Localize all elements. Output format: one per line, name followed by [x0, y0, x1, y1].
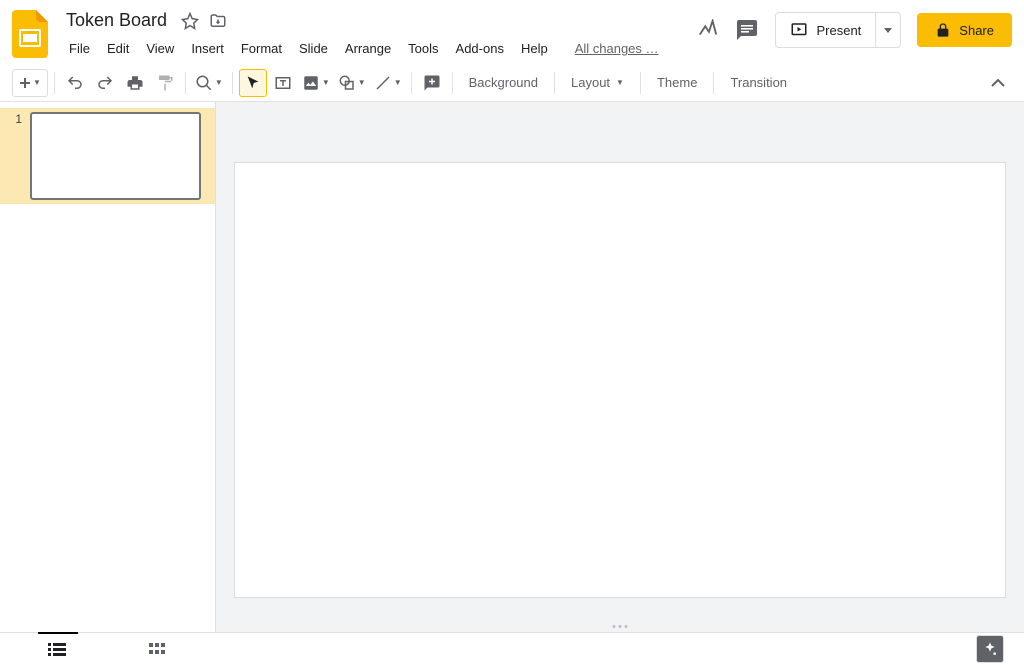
menu-addons[interactable]: Add-ons	[449, 37, 511, 60]
print-icon	[126, 74, 144, 92]
separator	[640, 72, 641, 94]
present-dropdown[interactable]	[875, 13, 900, 47]
slide-thumbnail-1[interactable]: 1	[0, 108, 215, 204]
add-comment-icon	[423, 74, 441, 92]
star-icon[interactable]	[181, 12, 199, 30]
shape-tool[interactable]: ▼	[335, 69, 369, 97]
zoom-icon	[195, 74, 213, 92]
filmstrip-view-icon	[48, 642, 66, 656]
menu-insert[interactable]: Insert	[184, 37, 231, 60]
header: Token Board File Edit View Insert Format…	[0, 0, 1024, 64]
theme-button[interactable]: Theme	[647, 69, 707, 97]
background-button[interactable]: Background	[459, 69, 548, 97]
separator	[54, 72, 55, 94]
share-button[interactable]: Share	[917, 13, 1012, 47]
grid-view-button[interactable]	[142, 635, 172, 663]
present-icon	[790, 21, 808, 39]
activity-icon[interactable]	[697, 19, 719, 41]
separator	[554, 72, 555, 94]
lock-icon	[935, 22, 951, 38]
menu-slide[interactable]: Slide	[292, 37, 335, 60]
zoom-button[interactable]: ▼	[192, 69, 226, 97]
chevron-down-icon: ▼	[215, 78, 223, 87]
slide-canvas[interactable]	[234, 162, 1006, 598]
slide-number: 1	[0, 112, 30, 200]
line-icon	[374, 74, 392, 92]
comment-tool[interactable]	[418, 69, 446, 97]
separator	[713, 72, 714, 94]
separator	[185, 72, 186, 94]
document-title[interactable]: Token Board	[62, 8, 171, 33]
menu-help[interactable]: Help	[514, 37, 555, 60]
chevron-up-icon	[991, 79, 1005, 87]
thumbnail-preview	[30, 112, 201, 200]
undo-icon	[66, 74, 84, 92]
undo-button[interactable]	[61, 69, 89, 97]
grid-view-icon	[149, 643, 165, 655]
chevron-down-icon: ▼	[358, 78, 366, 87]
chevron-down-icon: ▼	[33, 78, 41, 87]
menu-view[interactable]: View	[139, 37, 181, 60]
textbox-icon	[274, 74, 292, 92]
print-button[interactable]	[121, 69, 149, 97]
image-icon	[302, 74, 320, 92]
collapse-menus-button[interactable]	[984, 69, 1012, 97]
redo-icon	[96, 74, 114, 92]
textbox-tool[interactable]	[269, 69, 297, 97]
chevron-down-icon	[884, 28, 892, 33]
changes-saved-link[interactable]: All changes …	[568, 37, 666, 60]
separator	[452, 72, 453, 94]
move-icon[interactable]	[209, 12, 227, 30]
chevron-down-icon: ▼	[616, 78, 624, 87]
paint-roller-icon	[156, 74, 174, 92]
layout-button[interactable]: Layout▼	[561, 69, 634, 97]
present-button-group: Present	[775, 12, 901, 48]
title-area: Token Board File Edit View Insert Format…	[62, 8, 666, 60]
notes-drag-handle[interactable]	[613, 625, 628, 628]
plus-icon	[19, 77, 31, 89]
comments-icon[interactable]	[735, 18, 759, 42]
line-tool[interactable]: ▼	[371, 69, 405, 97]
image-tool[interactable]: ▼	[299, 69, 333, 97]
redo-button[interactable]	[91, 69, 119, 97]
present-button[interactable]: Present	[776, 13, 875, 47]
slides-logo[interactable]	[12, 10, 52, 50]
header-right: Present Share	[697, 12, 1012, 48]
filmstrip[interactable]: 1	[0, 102, 216, 632]
select-tool[interactable]	[239, 69, 267, 97]
menu-file[interactable]: File	[62, 37, 97, 60]
footer	[0, 632, 1024, 665]
chevron-down-icon: ▼	[394, 78, 402, 87]
menu-edit[interactable]: Edit	[100, 37, 136, 60]
transition-button[interactable]: Transition	[720, 69, 797, 97]
share-label: Share	[959, 23, 994, 38]
toolbar: ▼ ▼ ▼ ▼ ▼ Background Layout▼ Theme Trans…	[0, 64, 1024, 102]
explore-button[interactable]	[976, 635, 1004, 663]
chevron-down-icon: ▼	[322, 78, 330, 87]
menu-bar: File Edit View Insert Format Slide Arran…	[62, 37, 666, 60]
shape-icon	[338, 74, 356, 92]
active-view-indicator	[38, 632, 78, 634]
main-area: 1	[0, 102, 1024, 632]
separator	[411, 72, 412, 94]
menu-arrange[interactable]: Arrange	[338, 37, 398, 60]
new-slide-button[interactable]: ▼	[12, 69, 48, 97]
menu-tools[interactable]: Tools	[401, 37, 445, 60]
menu-format[interactable]: Format	[234, 37, 289, 60]
paint-format-button[interactable]	[151, 69, 179, 97]
canvas-area[interactable]	[216, 102, 1024, 632]
cursor-icon	[245, 75, 261, 91]
separator	[232, 72, 233, 94]
explore-icon	[982, 641, 998, 657]
filmstrip-view-button[interactable]	[42, 635, 72, 663]
present-label: Present	[816, 23, 861, 38]
